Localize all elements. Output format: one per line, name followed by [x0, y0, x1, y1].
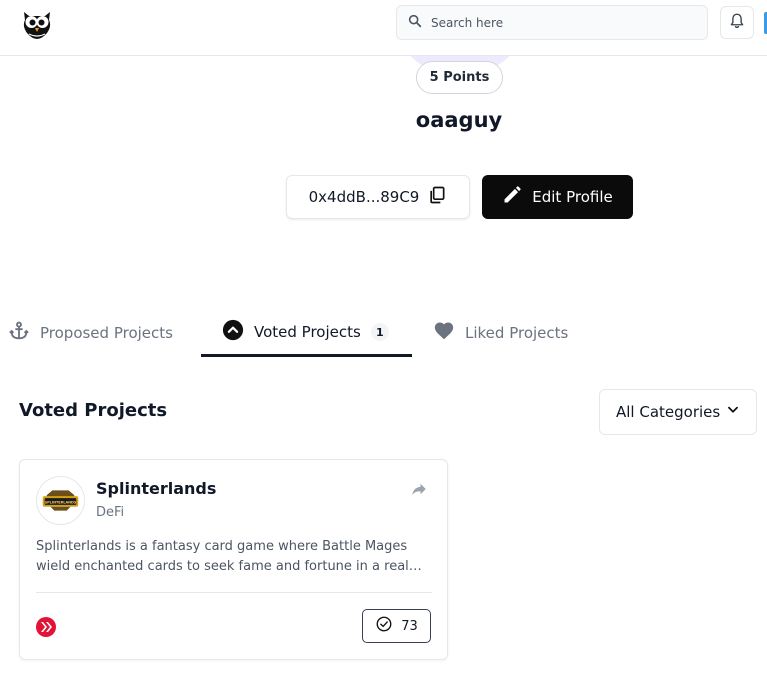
edit-profile-label: Edit Profile [532, 188, 613, 206]
points-badge: 5 Points [416, 61, 503, 94]
tab-liked-projects[interactable]: Liked Projects [433, 310, 568, 356]
search-icon [407, 13, 423, 33]
category-filter-dropdown[interactable]: All Categories [599, 389, 757, 435]
section-title: Voted Projects [19, 400, 168, 421]
project-description: Splinterlands is a fantasy card game whe… [36, 539, 422, 574]
hive-chain-icon[interactable] [36, 617, 56, 637]
copy-icon [427, 185, 447, 209]
anchor-icon [8, 320, 30, 346]
tab-proposed-label: Proposed Projects [40, 324, 173, 342]
search-bar[interactable] [396, 5, 708, 40]
copy-wallet-button[interactable]: 0x4ddB...89C9 [286, 175, 470, 219]
tab-liked-label: Liked Projects [465, 324, 569, 342]
profile-username: oaaguy [415, 108, 503, 132]
project-name[interactable]: Splinterlands [96, 479, 216, 498]
category-filter-value: All Categories [616, 403, 721, 421]
tab-voted-count: 1 [370, 323, 389, 341]
tab-voted-label: Voted Projects [254, 323, 361, 341]
edit-profile-button[interactable]: Edit Profile [482, 175, 633, 219]
tab-voted-projects[interactable]: Voted Projects 1 [201, 310, 412, 357]
chevron-down-icon [726, 403, 740, 421]
chevron-up-circle-icon [222, 319, 244, 345]
search-input[interactable] [431, 15, 691, 30]
owl-logo-icon[interactable] [20, 6, 54, 40]
tab-proposed-projects[interactable]: Proposed Projects [8, 310, 173, 356]
card-divider [36, 592, 432, 593]
project-card[interactable]: SPLINTERLANDS Splinterlands DeFi Splinte… [19, 459, 448, 660]
top-header [0, 0, 767, 56]
project-logo-text: SPLINTERLANDS [45, 500, 77, 504]
pencil-icon [502, 185, 522, 209]
bell-icon [728, 12, 746, 34]
wallet-address: 0x4ddB...89C9 [308, 188, 420, 206]
check-circle-icon [375, 615, 393, 637]
share-icon[interactable] [410, 480, 428, 498]
heart-icon [433, 320, 455, 346]
vote-count: 73 [401, 618, 418, 634]
project-logo: SPLINTERLANDS [36, 476, 85, 525]
project-category: DeFi [96, 505, 125, 520]
vote-button[interactable]: 73 [362, 609, 431, 643]
notifications-button[interactable] [720, 6, 754, 39]
